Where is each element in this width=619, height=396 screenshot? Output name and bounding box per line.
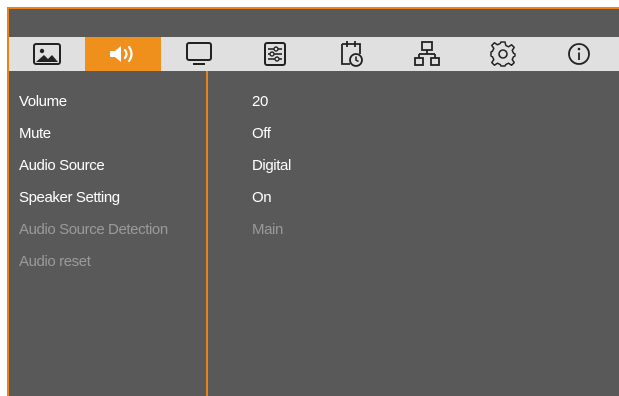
menu-item-speaker-setting[interactable]: Speaker Setting xyxy=(9,181,206,213)
tab-bar xyxy=(9,37,619,71)
tab-audio[interactable] xyxy=(85,37,161,71)
audio-source-value[interactable]: Digital xyxy=(208,149,619,181)
tab-settings[interactable] xyxy=(465,37,541,71)
menu-item-volume[interactable]: Volume xyxy=(9,85,206,117)
top-strip xyxy=(9,9,619,37)
info-icon xyxy=(568,43,590,65)
audio-source-detection-value: Main xyxy=(252,220,283,238)
monitor-icon xyxy=(186,42,212,65)
menu-item-audio-source-detection: Audio Source Detection xyxy=(19,220,168,238)
osd-screen: Volume Mute Audio Source Speaker Setting… xyxy=(7,7,619,396)
calendar-clock-icon xyxy=(341,41,363,67)
speaker-icon xyxy=(110,45,133,63)
speaker-setting-value[interactable]: On xyxy=(208,181,619,213)
menu-labels-panel: Volume Mute Audio Source Speaker Setting… xyxy=(9,71,208,396)
gear-icon xyxy=(490,41,516,67)
sliders-icon xyxy=(264,42,286,66)
tab-network[interactable] xyxy=(389,37,465,71)
network-icon xyxy=(414,41,440,66)
menu-values-panel: 20 Off Digital On Main xyxy=(208,71,619,396)
picture-icon xyxy=(33,43,61,65)
menu-item-audio-reset: Audio reset xyxy=(19,252,91,270)
mute-value[interactable]: Off xyxy=(208,117,619,149)
tab-picture[interactable] xyxy=(9,37,85,71)
menu-item-audio-source[interactable]: Audio Source xyxy=(9,149,206,181)
tab-display[interactable] xyxy=(161,37,237,71)
tab-info[interactable] xyxy=(541,37,617,71)
menu-item-mute[interactable]: Mute xyxy=(9,117,206,149)
tab-schedule[interactable] xyxy=(313,37,389,71)
tab-adjust[interactable] xyxy=(237,37,313,71)
volume-value[interactable]: 20 xyxy=(208,85,619,117)
